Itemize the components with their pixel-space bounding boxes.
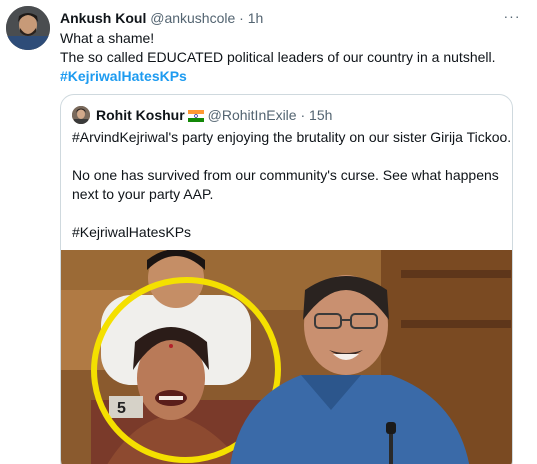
placard-number: 5 xyxy=(117,400,126,417)
quoted-author-handle[interactable]: @RohitInExile xyxy=(208,107,297,123)
quoted-text: #ArvindKejriwal's party enjoying the bru… xyxy=(72,128,512,242)
quoted-author-name[interactable]: Rohit Koshur xyxy=(96,107,185,123)
india-flag-icon xyxy=(187,110,204,122)
tweet-header: Ankush Koul @ankushcole · 1h xyxy=(60,9,263,27)
tweet-text-line: What a shame! xyxy=(60,30,155,46)
tweet-text: What a shame! The so called EDUCATED pol… xyxy=(60,29,520,86)
quoted-text-line: next to your party AAP. xyxy=(72,186,214,202)
hashtag-link[interactable]: #KejriwalHatesKPs xyxy=(60,67,520,86)
quoted-author-avatar[interactable] xyxy=(72,106,90,124)
more-horizontal-icon: ··· xyxy=(503,8,521,24)
quoted-media-photo[interactable]: 5 xyxy=(61,250,512,464)
quoted-text-line: No one has survived from our community's… xyxy=(72,167,499,183)
separator: · xyxy=(239,10,244,26)
tweet-text-line: The so called EDUCATED political leaders… xyxy=(60,49,496,65)
tweet[interactable]: Ankush Koul @ankushcole · 1h ··· What a … xyxy=(0,0,537,464)
quoted-tweet[interactable]: Rohit Koshur @RohitInExile · 15h #ArvindK… xyxy=(60,94,513,464)
quoted-header: Rohit Koshur @RohitInExile · 15h xyxy=(96,106,332,124)
more-options-button[interactable]: ··· xyxy=(500,6,524,26)
author-avatar[interactable] xyxy=(6,6,50,50)
quoted-timestamp[interactable]: 15h xyxy=(309,107,332,123)
author-handle[interactable]: @ankushcole xyxy=(150,10,235,26)
tweet-timestamp[interactable]: 1h xyxy=(248,10,264,26)
separator: · xyxy=(300,107,306,123)
author-name[interactable]: Ankush Koul xyxy=(60,10,146,26)
quoted-text-line: #ArvindKejriwal's party enjoying the bru… xyxy=(72,129,512,145)
quoted-hashtag[interactable]: #KejriwalHatesKPs xyxy=(72,223,502,242)
